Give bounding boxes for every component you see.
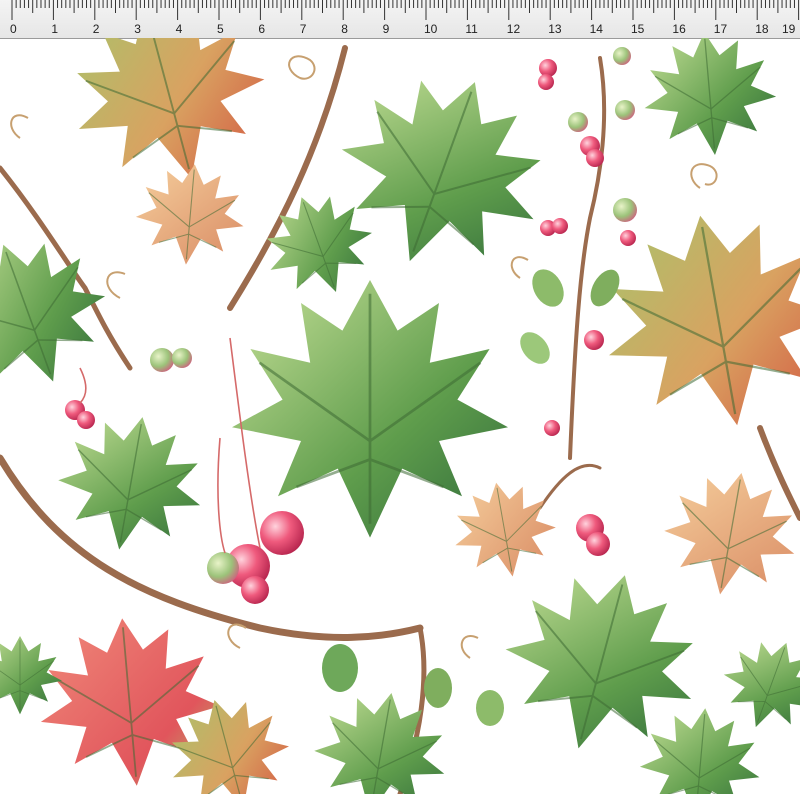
ruler-number: 18 [755, 22, 769, 36]
ruler-number: 17 [713, 22, 728, 36]
ruler-number: 15 [631, 22, 645, 36]
ruler-number: 12 [506, 22, 521, 36]
ruler-number: 2 [92, 22, 100, 36]
ruler-number: 9 [382, 22, 390, 36]
ruler-number: 8 [341, 22, 348, 36]
ruler-number: 1 [51, 22, 59, 36]
ruler-number: 4 [175, 22, 183, 36]
ruler-number: 3 [134, 22, 141, 36]
vine-leaf-pattern [0, 38, 800, 794]
grape-leaves [0, 38, 800, 794]
watercolor-illustration [0, 38, 800, 794]
ruler-number: 14 [589, 22, 603, 36]
ruler-number: 0 [10, 22, 17, 36]
ruler-number: 13 [548, 22, 562, 36]
ruler-number: 10 [424, 22, 438, 36]
ruler-number: 19 [782, 22, 796, 36]
measuring-ruler: 0 1 2 3 4 5 6 7 8 9 10 11 12 13 14 15 16 17 18 19 [0, 0, 800, 39]
ruler-number: 16 [672, 22, 686, 36]
ruler-number: 5 [217, 22, 224, 36]
ruler-number: 11 [465, 22, 478, 36]
ruler-number: 6 [258, 22, 266, 36]
ruler-number: 7 [299, 22, 307, 36]
